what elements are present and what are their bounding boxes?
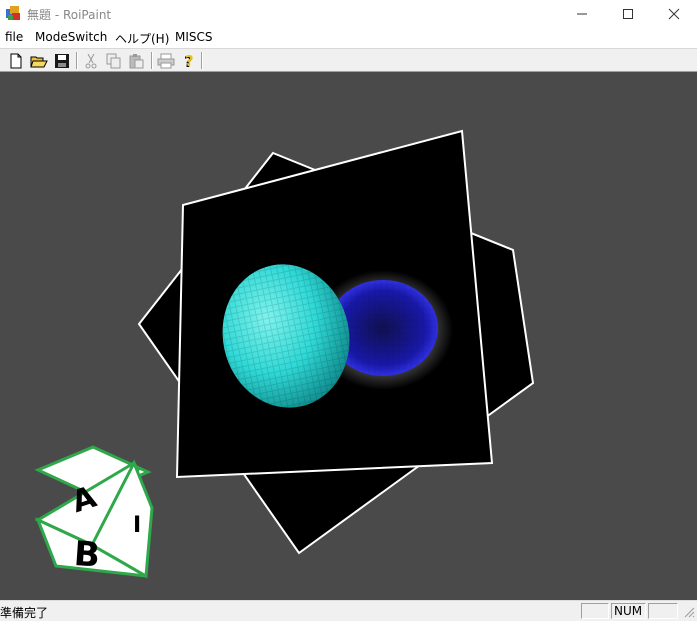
save-button[interactable] <box>52 51 72 70</box>
close-button[interactable] <box>651 0 697 27</box>
open-file-button[interactable] <box>29 51 49 70</box>
status-message: 準備完了 <box>0 606 49 620</box>
save-disk-icon <box>55 53 69 68</box>
status-pane-num: NUM <box>611 603 646 619</box>
print-button[interactable] <box>156 51 176 70</box>
toolbar: ? ? <box>0 48 697 72</box>
help-question-icon: ? ? <box>184 53 194 69</box>
cut-button[interactable] <box>81 51 101 70</box>
window-title: 無題 - RoiPaint <box>27 8 112 22</box>
menu-file[interactable]: file <box>5 30 23 44</box>
resize-grip-icon[interactable] <box>683 606 695 618</box>
menu-help[interactable]: ヘルプ(H) <box>115 30 169 47</box>
app-icon <box>6 6 20 20</box>
status-pane-scroll <box>648 603 678 619</box>
new-file-button[interactable] <box>6 51 26 70</box>
render-viewport[interactable]: A B I <box>0 72 697 600</box>
cube-label-b: B <box>73 534 102 576</box>
copy-icon <box>106 53 121 68</box>
help-button[interactable]: ? ? <box>179 51 199 70</box>
scene-canvas[interactable]: A B I <box>0 72 697 600</box>
maximize-icon <box>623 8 633 19</box>
open-folder-icon <box>30 56 48 67</box>
svg-text:?: ? <box>185 53 194 69</box>
orientation-cube[interactable]: A B I <box>34 445 154 579</box>
minimize-icon <box>577 13 587 14</box>
new-file-icon <box>10 53 22 68</box>
menu-bar: file ModeSwitch ヘルプ(H) MISCS <box>0 27 697 48</box>
status-bar: 準備完了 NUM <box>0 600 697 620</box>
title-bar: 無題 - RoiPaint <box>0 0 697 27</box>
copy-button[interactable] <box>104 51 124 70</box>
minimize-button[interactable] <box>559 0 605 27</box>
paste-icon <box>129 53 144 68</box>
toolbar-separator <box>76 52 78 69</box>
cube-label-side: I <box>133 513 141 538</box>
paste-button[interactable] <box>127 51 147 70</box>
maximize-button[interactable] <box>605 0 651 27</box>
menu-modeswitch[interactable]: ModeSwitch <box>35 30 107 44</box>
close-icon <box>668 8 680 19</box>
status-pane-caps <box>581 603 609 619</box>
cut-scissors-icon <box>85 53 97 68</box>
toolbar-separator <box>201 52 203 69</box>
menu-miscs[interactable]: MISCS <box>175 30 213 44</box>
print-icon <box>157 53 175 68</box>
toolbar-separator <box>151 52 153 69</box>
